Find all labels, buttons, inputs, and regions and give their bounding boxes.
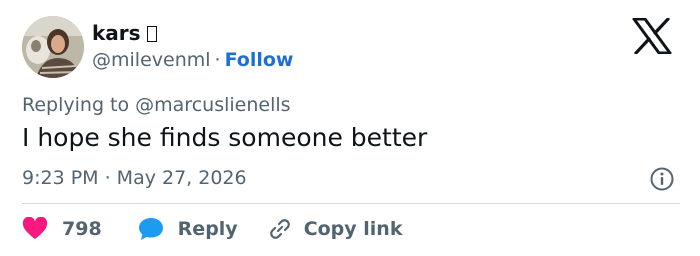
tweet-text: I hope she finds someone better: [22, 123, 428, 152]
follow-button[interactable]: Follow: [225, 49, 294, 71]
reply-label: Reply: [177, 218, 238, 240]
user-handle[interactable]: @milevenml: [92, 49, 211, 71]
info-icon[interactable]: [649, 166, 675, 192]
display-name-text: kars: [92, 21, 141, 45]
x-logo-icon[interactable]: [632, 18, 672, 54]
avatar-photo: [22, 16, 84, 78]
action-bar: 798 Reply Copy link: [22, 214, 402, 244]
reply-context: Replying to @marcuslienells: [22, 94, 291, 116]
copy-link-label: Copy link: [303, 218, 403, 240]
tweet-timestamp[interactable]: 9:23 PM · May 27, 2026: [22, 166, 247, 190]
link-icon: [269, 219, 290, 239]
copy-link-button[interactable]: Copy link: [268, 217, 403, 241]
like-button[interactable]: 798: [22, 217, 102, 241]
avatar[interactable]: [22, 16, 84, 78]
handle-line: @milevenml · Follow: [92, 48, 293, 72]
reply-button[interactable]: Reply: [138, 216, 238, 242]
emoji-glyph-icon: [146, 26, 157, 42]
speech-bubble-icon: [138, 218, 163, 240]
like-count: 798: [62, 218, 102, 240]
separator-dot: ·: [214, 49, 221, 71]
tweet-card: kars @milevenml · Follow Replying to @marc…: [0, 0, 700, 256]
divider: [22, 203, 680, 204]
heart-icon: [22, 217, 48, 239]
display-name[interactable]: kars: [92, 20, 157, 46]
